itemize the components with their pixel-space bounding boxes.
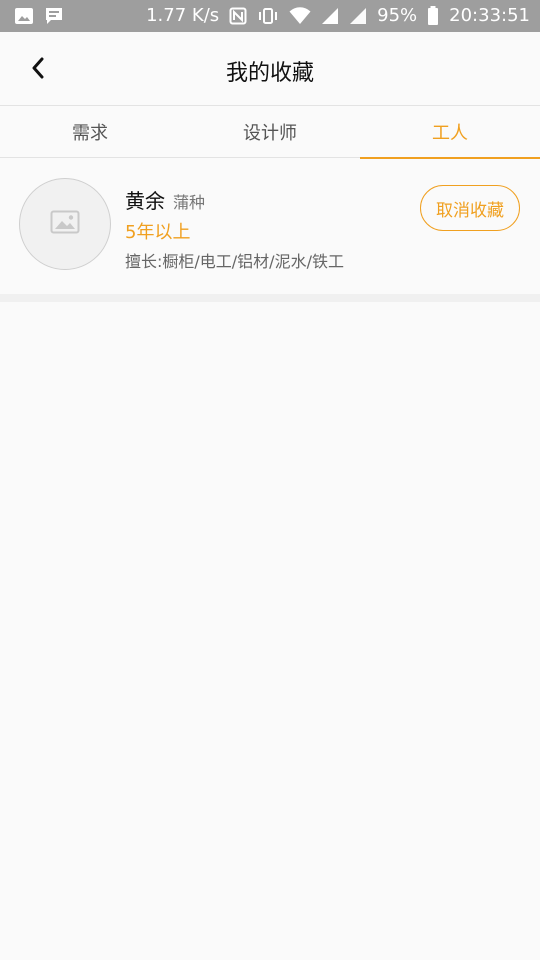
favorite-worker-card[interactable]: 黄余 蒲种 5年以上 擅长:橱柜/电工/铝材/泥水/铁工 取消收藏 bbox=[0, 159, 540, 302]
image-placeholder-icon bbox=[50, 210, 80, 238]
worker-name: 黄余 bbox=[125, 189, 165, 213]
wifi-icon bbox=[289, 7, 311, 25]
unfavorite-button[interactable]: 取消收藏 bbox=[420, 185, 520, 231]
tab-designer[interactable]: 设计师 bbox=[180, 106, 360, 158]
worker-info: 黄余 蒲种 5年以上 擅长:橱柜/电工/铝材/泥水/铁工 bbox=[125, 185, 390, 272]
tab-bar: 需求 设计师 工人 bbox=[0, 106, 540, 159]
page-title: 我的收藏 bbox=[225, 61, 314, 86]
nfc-icon bbox=[229, 7, 247, 25]
clock: 20:33:51 bbox=[449, 5, 530, 26]
status-bar-left bbox=[14, 7, 64, 25]
worker-skills: 擅长:橱柜/电工/铝材/泥水/铁工 bbox=[125, 252, 344, 271]
vibrate-icon bbox=[257, 7, 279, 25]
tab-worker[interactable]: 工人 bbox=[360, 106, 540, 159]
image-icon bbox=[14, 7, 34, 25]
message-icon bbox=[44, 7, 64, 25]
status-bar: 1.77 K/s 95% 20:33:51 bbox=[0, 0, 540, 32]
status-bar-right: 1.77 K/s 95% 20:33:51 bbox=[146, 6, 530, 26]
battery-icon bbox=[427, 6, 439, 26]
network-speed: 1.77 K/s bbox=[146, 5, 220, 26]
worker-experience: 5年以上 bbox=[125, 222, 191, 243]
signal-icon-2 bbox=[349, 7, 367, 25]
name-row: 黄余 蒲种 bbox=[125, 185, 390, 214]
avatar bbox=[19, 178, 111, 270]
battery-percent: 95% bbox=[377, 5, 418, 26]
worker-region: 蒲种 bbox=[173, 193, 206, 212]
tab-demand[interactable]: 需求 bbox=[0, 106, 180, 158]
app-header: 我的收藏 bbox=[0, 32, 540, 106]
signal-icon bbox=[321, 7, 339, 25]
